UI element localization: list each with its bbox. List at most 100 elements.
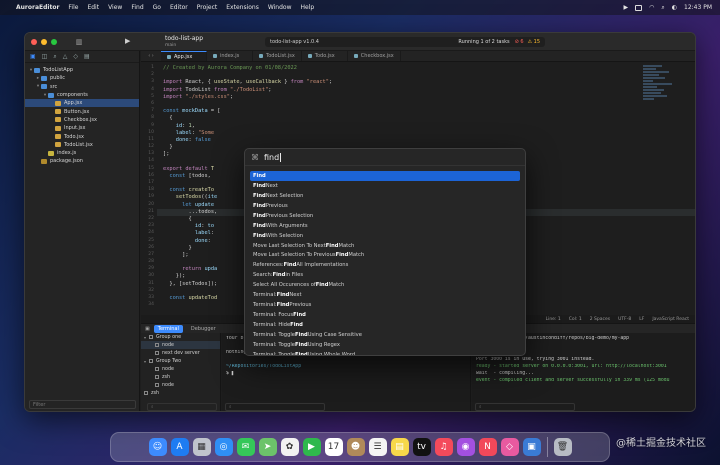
dock-notes-icon[interactable]: ▤ xyxy=(390,438,409,456)
process-group[interactable]: ▾ Group one xyxy=(141,333,220,341)
process-item[interactable]: zsh xyxy=(141,373,220,381)
process-item[interactable]: node xyxy=(141,381,220,389)
command-result-item[interactable]: Find With Selection xyxy=(250,231,520,241)
editor-status-item[interactable]: Col: 1 xyxy=(569,317,582,322)
command-result-item[interactable]: Move Last Selection To Previous Find Mat… xyxy=(250,251,520,261)
terminal-filter-input-right[interactable]: ⌕ xyxy=(475,403,575,411)
command-result-item[interactable]: Terminal: Toggle Find Using Whole Word xyxy=(250,350,520,355)
dock-music-icon[interactable]: ♫ xyxy=(434,438,453,456)
command-result-item[interactable]: Find Next Selection xyxy=(250,191,520,201)
process-item[interactable]: next dev server xyxy=(141,349,220,357)
dock-messages-icon[interactable]: ✉ xyxy=(236,438,255,456)
close-window-button[interactable] xyxy=(31,38,37,45)
command-result-item[interactable]: Terminal: Find Next xyxy=(250,290,520,300)
play-status-icon[interactable]: ▶ xyxy=(624,4,629,11)
dock-podcasts-icon[interactable]: ◉ xyxy=(456,438,475,456)
scheme-status-bar[interactable]: todo-list-app v1.0.4 Running 1 of 2 task… xyxy=(265,37,545,47)
menu-file[interactable]: File xyxy=(68,4,78,11)
menu-edit[interactable]: Edit xyxy=(87,4,99,11)
process-item[interactable]: zsh xyxy=(141,389,220,397)
dock-news-icon[interactable]: N xyxy=(478,438,497,456)
dock-contacts-icon[interactable]: ☻ xyxy=(346,438,365,456)
command-result-item[interactable]: Find Next xyxy=(250,181,520,191)
tab-index-js[interactable]: index.js xyxy=(207,51,253,61)
tab-todolist-jsx[interactable]: TodoList.jsx xyxy=(253,51,302,61)
wifi-icon[interactable]: ◠ xyxy=(649,4,654,11)
command-palette-input[interactable]: ⌘ find xyxy=(245,149,525,166)
editor-status-item[interactable]: Line: 1 xyxy=(546,317,561,322)
tree-item[interactable]: ▸ public xyxy=(25,74,139,82)
process-group[interactable]: ▾ Group Two xyxy=(141,357,220,365)
tree-item[interactable]: Input.jsx xyxy=(25,124,139,132)
tree-item[interactable]: App.jsx xyxy=(25,99,139,108)
run-button-icon[interactable]: ▶ xyxy=(125,37,130,45)
command-result-item[interactable]: Move Last Selection To Next Find Match xyxy=(250,241,520,251)
error-count[interactable]: ⊘ 6 xyxy=(515,39,524,45)
tab-todo-jsx[interactable]: Todo.jsx xyxy=(302,51,348,61)
dock-calendar-icon[interactable]: 17 xyxy=(324,438,343,456)
process-item[interactable]: node xyxy=(141,365,220,373)
tree-item[interactable]: Todo.jsx xyxy=(25,132,139,140)
dock-launchpad-icon[interactable]: ▦ xyxy=(192,438,211,456)
command-result-item[interactable]: Terminal: Toggle Find Using Case Sensiti… xyxy=(250,330,520,340)
warning-icon[interactable]: △ xyxy=(63,53,68,60)
editor-status-item[interactable]: LF xyxy=(639,317,644,322)
terminal-filter-input[interactable]: ⌕ xyxy=(225,403,325,411)
zoom-window-button[interactable] xyxy=(51,38,57,45)
menu-extensions[interactable]: Extensions xyxy=(226,4,259,11)
command-result-item[interactable]: Terminal: Find Previous xyxy=(250,300,520,310)
debug-icon[interactable]: ◇ xyxy=(73,53,78,60)
project-branch[interactable]: main xyxy=(165,43,176,48)
extensions-icon[interactable]: ▤ xyxy=(84,53,90,60)
sidebar-toggle-icon[interactable]: ▣ xyxy=(145,326,150,332)
warning-count[interactable]: ⚠ 15 xyxy=(528,39,540,45)
battery-icon[interactable] xyxy=(635,4,643,11)
tree-item[interactable]: ▾ components xyxy=(25,91,139,99)
tree-item[interactable]: Checkbox.jsx xyxy=(25,116,139,124)
minimap[interactable] xyxy=(643,65,675,145)
process-item[interactable]: node xyxy=(141,341,220,349)
command-result-item[interactable]: Select All Occurences of Find Match xyxy=(250,280,520,290)
dock-safari-icon[interactable]: ◎ xyxy=(214,438,233,456)
sidebar-toggle-icon[interactable]: ▥ xyxy=(75,38,83,46)
tab-nav-arrows-icon[interactable]: ‹ › xyxy=(141,53,161,59)
command-result-item[interactable]: Terminal: Focus Find xyxy=(250,310,520,320)
tree-item[interactable]: Button.jsx xyxy=(25,107,139,115)
dock-photos-icon[interactable]: ✿ xyxy=(280,438,299,456)
tree-item[interactable]: index.js xyxy=(25,149,139,157)
tree-item[interactable]: ▾ src xyxy=(25,83,139,91)
tab-debugger[interactable]: Debugger xyxy=(187,325,220,333)
command-result-item[interactable]: Terminal: Hide Find xyxy=(250,320,520,330)
clock[interactable]: 12:43 PM xyxy=(684,4,712,11)
command-result-item[interactable]: Search: Find in Files xyxy=(250,270,520,280)
menu-go[interactable]: Go xyxy=(153,4,161,11)
command-result-item[interactable]: Find Previous xyxy=(250,201,520,211)
menu-help[interactable]: Help xyxy=(301,4,315,11)
editor-status-item[interactable]: UTF-8 xyxy=(618,317,631,322)
command-result-item[interactable]: Find xyxy=(250,171,520,181)
search-icon[interactable]: ⌕ xyxy=(661,4,664,12)
search-icon[interactable]: ⌕ xyxy=(53,53,56,61)
dock-trash-icon[interactable]: 🗑 xyxy=(553,438,572,456)
dock-reminders-icon[interactable]: ☰ xyxy=(368,438,387,456)
menu-editor[interactable]: Editor xyxy=(170,4,188,11)
tab-app-jsx[interactable]: App.jsx xyxy=(161,51,207,61)
dock-finder-icon[interactable]: ☺ xyxy=(148,438,167,456)
menu-project[interactable]: Project xyxy=(197,4,218,11)
tree-item[interactable]: ▾ TodoListApp xyxy=(25,66,139,74)
dock-aurora-editor-icon[interactable]: ◇ xyxy=(500,438,519,456)
dock-maps-icon[interactable]: ➤ xyxy=(258,438,277,456)
menu-app-name[interactable]: AuroraEditor xyxy=(16,4,59,11)
folder-icon[interactable]: ▣ xyxy=(30,53,36,60)
control-center-icon[interactable]: ◐ xyxy=(672,4,677,11)
menu-view[interactable]: View xyxy=(108,4,122,11)
tree-item[interactable]: package.json xyxy=(25,157,139,165)
source-control-icon[interactable]: ◫ xyxy=(42,53,48,60)
tab-checkbox-jsx[interactable]: Checkbox.jsx xyxy=(348,51,401,61)
dock-tv-icon[interactable]: tv xyxy=(412,438,431,456)
minimize-window-button[interactable] xyxy=(41,38,47,45)
editor-status-item[interactable]: JavaScript React xyxy=(652,317,689,322)
command-result-item[interactable]: References: Find All Implementations xyxy=(250,260,520,270)
command-result-item[interactable]: Find Previous Selection xyxy=(250,211,520,221)
tab-terminal[interactable]: Terminal xyxy=(153,324,183,333)
